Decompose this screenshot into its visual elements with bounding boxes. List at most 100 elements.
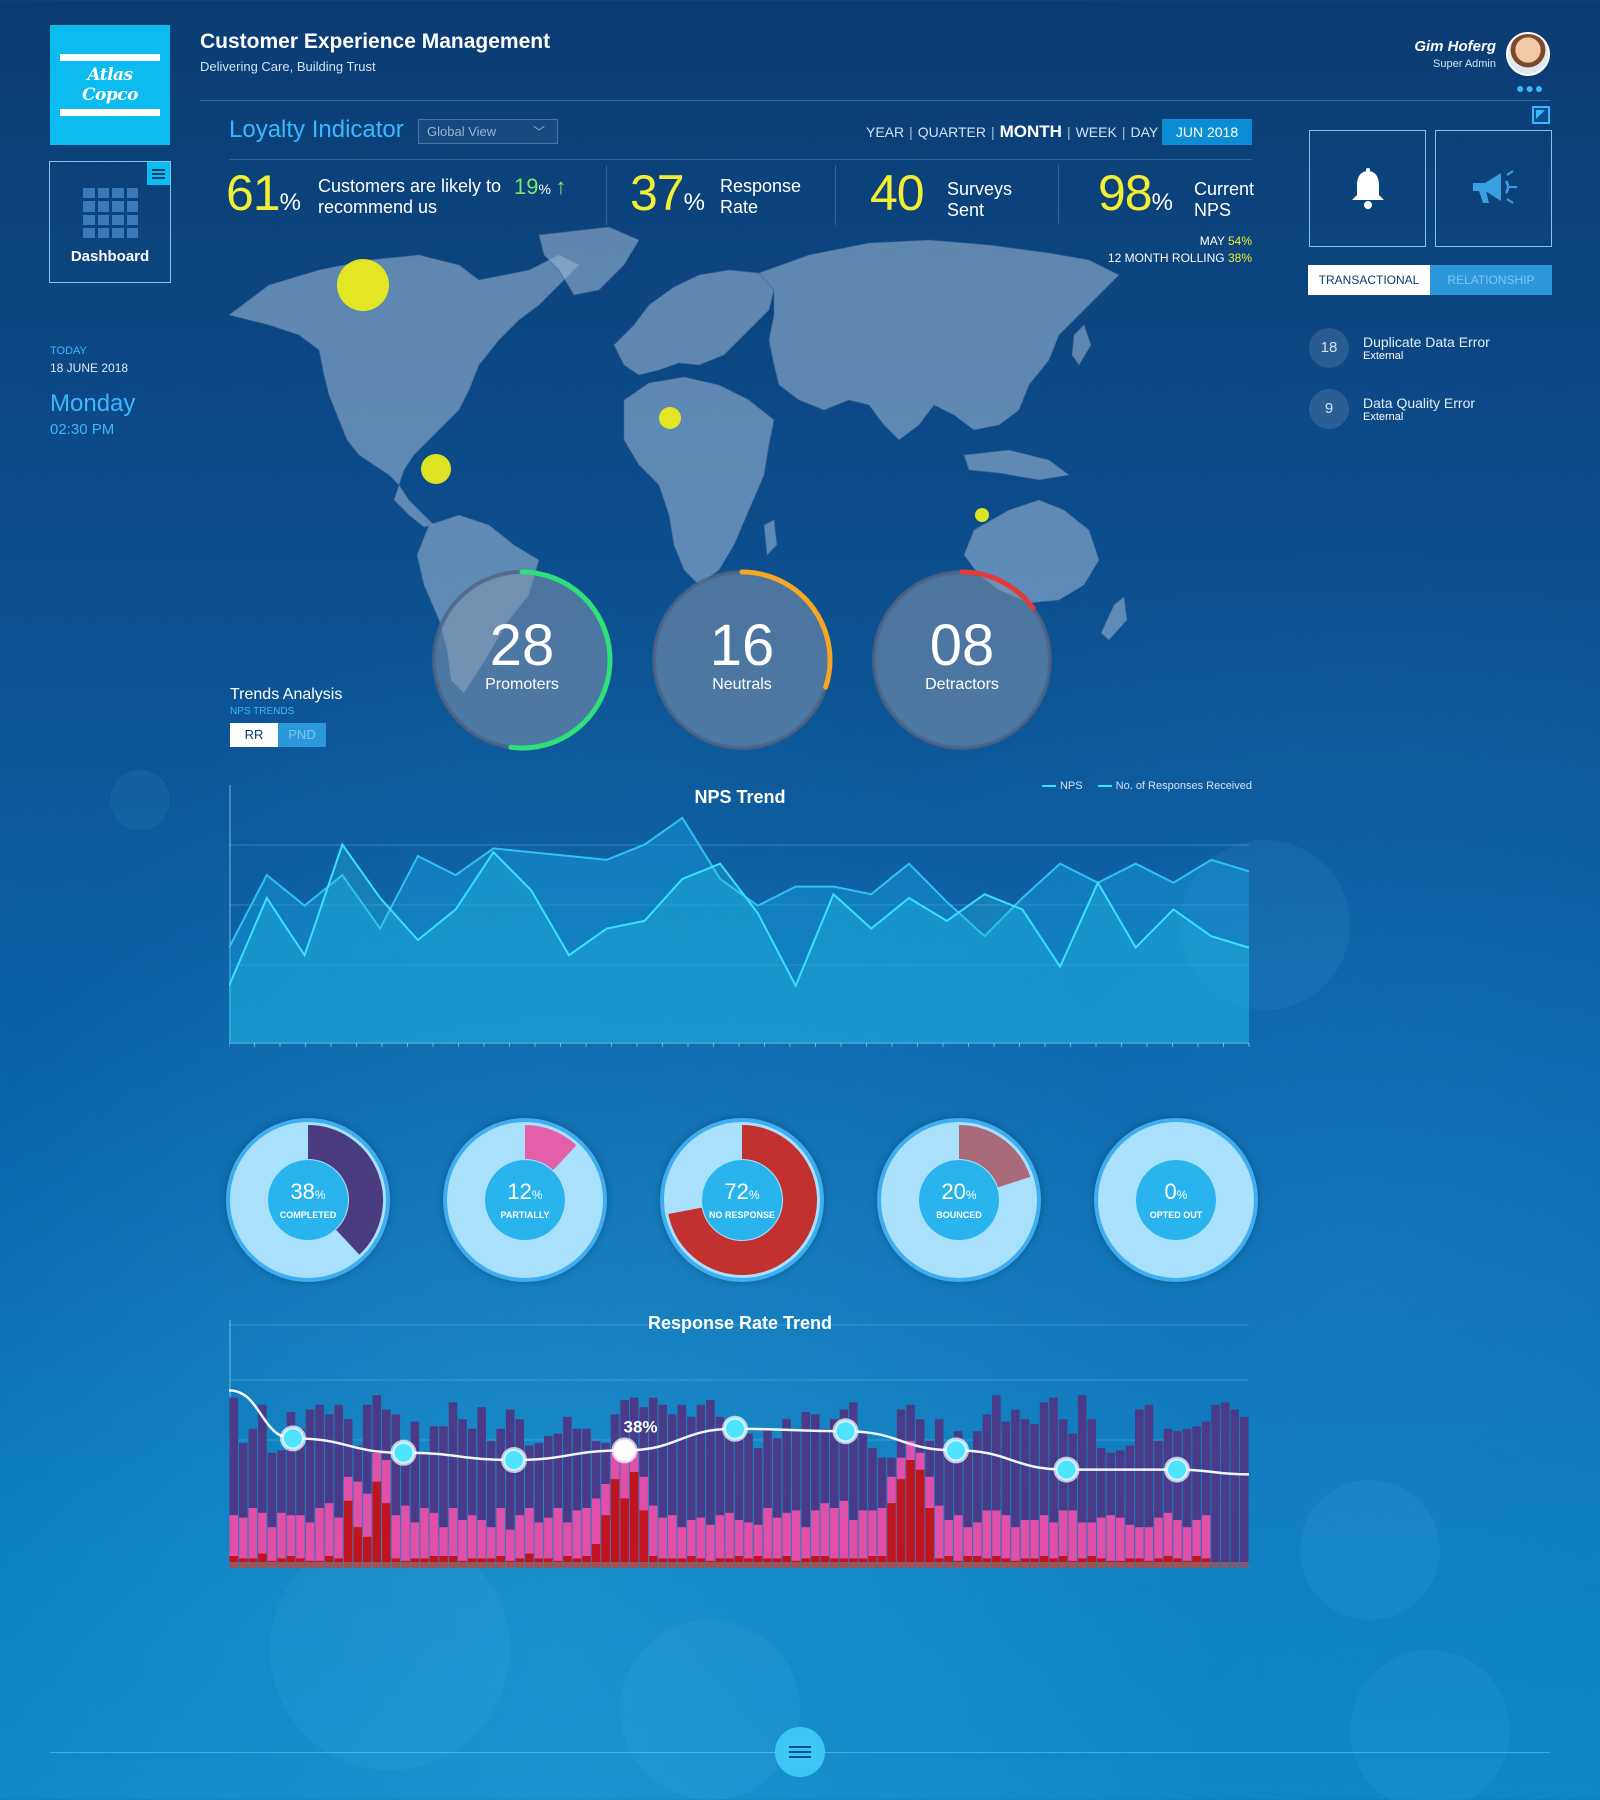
bar-pink xyxy=(1116,1517,1125,1568)
user-name[interactable]: Gim Hoferg xyxy=(1414,38,1496,55)
bar-red xyxy=(915,1469,925,1568)
bar-base xyxy=(830,1562,839,1568)
bar-base xyxy=(353,1562,362,1568)
status-donut-no-response[interactable]: 72% NO RESPONSE xyxy=(660,1118,824,1282)
bar-base xyxy=(658,1562,668,1568)
period-day[interactable]: DAY xyxy=(1130,124,1158,140)
trends-subtitle: NPS TRENDS xyxy=(230,706,295,717)
announcements-button[interactable] xyxy=(1435,130,1552,247)
bar-base xyxy=(324,1562,334,1568)
avatar[interactable] xyxy=(1506,32,1550,76)
dashboard-label: Dashboard xyxy=(70,248,150,265)
bar-base xyxy=(582,1562,591,1568)
bar-pink xyxy=(953,1515,963,1568)
bar-red xyxy=(343,1500,353,1568)
bar-base xyxy=(1049,1562,1058,1568)
bar-base xyxy=(382,1562,391,1568)
bar-base xyxy=(239,1562,248,1568)
map-marker[interactable] xyxy=(337,259,389,311)
status-donut-partially[interactable]: 12% PARTIALLY xyxy=(443,1118,607,1282)
kpi-nps-text: Current NPS xyxy=(1194,179,1254,221)
bar-pink xyxy=(839,1500,849,1568)
bokeh-light xyxy=(110,770,170,830)
bar-base xyxy=(401,1562,410,1568)
status-donut-completed[interactable]: 38% COMPLETED xyxy=(226,1118,390,1282)
more-options-icon[interactable]: ●●● xyxy=(1516,80,1544,96)
kpi-nps-value: 98 xyxy=(1098,165,1153,221)
app-title: Customer Experience Management xyxy=(200,30,551,53)
bar-base xyxy=(839,1562,849,1568)
kpi-nps-unit: % xyxy=(1151,189,1173,216)
kpi-change-unit: % xyxy=(538,181,551,197)
period-quarter[interactable]: QUARTER xyxy=(918,124,986,140)
status-donut-opted-out[interactable]: 0% OPTED OUT xyxy=(1094,1118,1258,1282)
status-donut-bounced[interactable]: 20% BOUNCED xyxy=(877,1118,1041,1282)
view-select[interactable]: Global View ﹀ xyxy=(418,119,558,144)
bar-base xyxy=(687,1562,696,1568)
bar-base xyxy=(629,1562,639,1568)
bar-base xyxy=(801,1562,810,1568)
grid-icon xyxy=(83,188,138,238)
map-marker[interactable] xyxy=(975,508,989,522)
bar-dark xyxy=(1211,1404,1220,1568)
legend-responses: No. of Responses Received xyxy=(1115,780,1252,792)
atlas-copco-logo[interactable]: Atlas Copco xyxy=(50,25,170,145)
bar-base xyxy=(992,1562,1001,1568)
notifications-button[interactable] xyxy=(1309,130,1426,247)
bar-base xyxy=(982,1562,992,1568)
bar-base xyxy=(858,1562,868,1568)
donut-value: 72% xyxy=(724,1179,760,1204)
period-year[interactable]: YEAR xyxy=(866,124,904,140)
bar-base xyxy=(277,1562,286,1568)
bar-base xyxy=(849,1562,858,1568)
tab-relationship[interactable]: RELATIONSHIP xyxy=(1430,265,1552,295)
nps-trend-chart[interactable] xyxy=(229,785,1253,1050)
bar-base xyxy=(296,1562,305,1568)
alert-item[interactable]: 9 Data Quality Error External xyxy=(1309,389,1475,429)
map-marker[interactable] xyxy=(659,407,681,429)
legend-swatch-responses xyxy=(1097,785,1112,788)
tab-transactional[interactable]: TRANSACTIONAL xyxy=(1308,265,1430,295)
bar-base xyxy=(515,1562,525,1568)
bar-base xyxy=(791,1562,801,1568)
bar-base xyxy=(925,1562,934,1568)
tab-pnd[interactable]: PND xyxy=(278,723,326,747)
trend-point xyxy=(611,1437,638,1464)
kpi-response-value: 37 xyxy=(630,165,685,221)
alert-source: External xyxy=(1363,350,1404,362)
bar-base xyxy=(810,1562,820,1568)
bar-pink xyxy=(1068,1510,1077,1568)
logo-text: Atlas Copco xyxy=(82,65,138,105)
bar-base xyxy=(1068,1562,1077,1568)
bar-base xyxy=(305,1562,315,1568)
bar-base xyxy=(1173,1562,1182,1568)
bar-base xyxy=(1201,1562,1211,1568)
response-rate-chart[interactable]: 38% xyxy=(229,1320,1253,1575)
map-marker[interactable] xyxy=(421,454,451,484)
bar-base xyxy=(334,1562,343,1568)
period-month[interactable]: MONTH xyxy=(1000,122,1062,141)
dashboard-tile[interactable]: Dashboard xyxy=(49,161,171,283)
bar-base xyxy=(1116,1562,1125,1568)
bar-base xyxy=(782,1562,791,1568)
legend-swatch-nps xyxy=(1041,785,1056,788)
main-menu-button[interactable] xyxy=(775,1727,825,1777)
selected-period-button[interactable]: JUN 2018 xyxy=(1162,119,1252,145)
trend-point xyxy=(501,1447,527,1473)
bokeh-light xyxy=(1300,1480,1440,1620)
hamburger-icon[interactable] xyxy=(147,162,170,185)
collapse-panel-icon[interactable] xyxy=(1532,106,1550,124)
bar-base xyxy=(410,1562,420,1568)
trend-point xyxy=(1053,1456,1080,1483)
bar-base xyxy=(1087,1562,1096,1568)
tab-rr[interactable]: RR xyxy=(230,723,278,747)
bar-base xyxy=(439,1562,448,1568)
bar-base xyxy=(1182,1562,1192,1568)
bar-base xyxy=(610,1562,620,1568)
period-week[interactable]: WEEK xyxy=(1076,124,1117,140)
kpi-recommend-label2: recommend us xyxy=(318,197,438,217)
bar-base xyxy=(1125,1562,1135,1568)
bar-red xyxy=(925,1508,934,1568)
alert-item[interactable]: 18 Duplicate Data Error External xyxy=(1309,328,1490,368)
kpi-nps-label1: Current xyxy=(1194,179,1255,199)
